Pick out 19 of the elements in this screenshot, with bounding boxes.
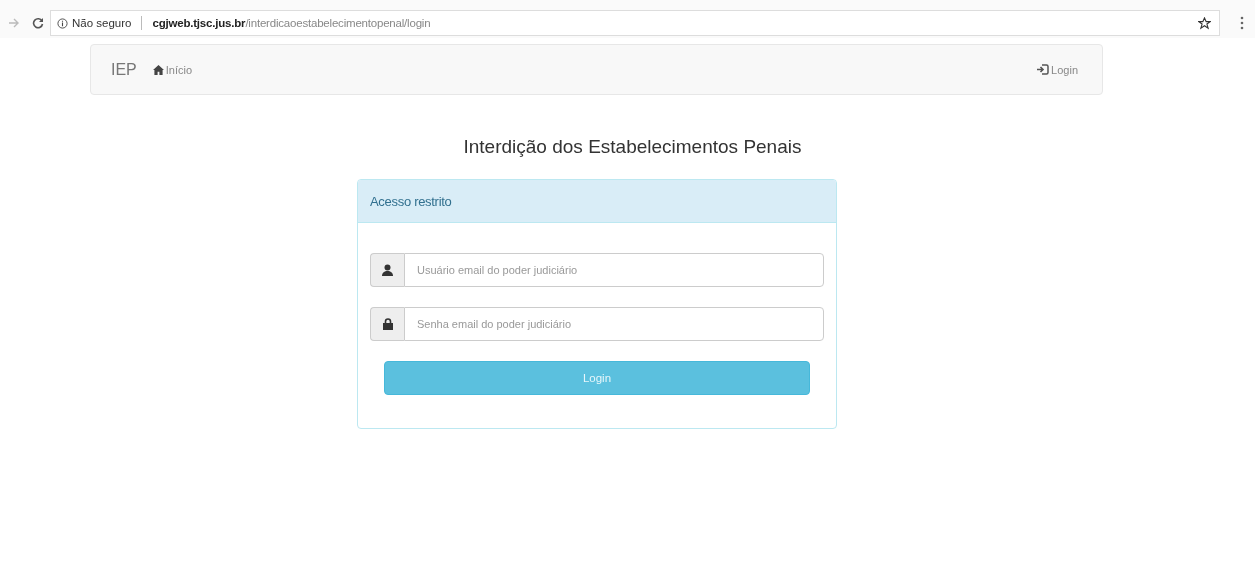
brand-link[interactable]: IEP — [111, 60, 137, 79]
home-link[interactable]: Início — [152, 63, 193, 76]
input-field[interactable]: Usuário email do poder judiciário — [404, 253, 824, 287]
menu-icon[interactable] — [1240, 16, 1244, 30]
login-icon — [1037, 64, 1050, 75]
login-link[interactable]: Login — [1037, 63, 1078, 76]
input-field[interactable]: Senha email do poder judiciário — [404, 307, 824, 341]
info-icon — [57, 17, 68, 29]
lock-icon — [382, 318, 393, 330]
panel-title: Acesso restrito — [370, 193, 452, 209]
security-label: Não seguro — [72, 17, 132, 29]
reload-icon[interactable] — [32, 17, 44, 29]
page-title: Interdição dos Estabelecimentos Penais — [462, 136, 803, 158]
login-button[interactable]: Login — [384, 361, 810, 395]
url-text: cgjweb.tjsc.jus.br/interdicaoestabelecimentopenal/login — [152, 17, 431, 29]
home-icon — [152, 64, 164, 75]
bookmark-star-icon[interactable] — [1198, 16, 1211, 30]
user-icon — [382, 264, 393, 276]
address-bar[interactable]: Não seguro cgjweb.tjsc.jus.br/interdicaoestabelecimentopenal/login — [50, 10, 1220, 36]
